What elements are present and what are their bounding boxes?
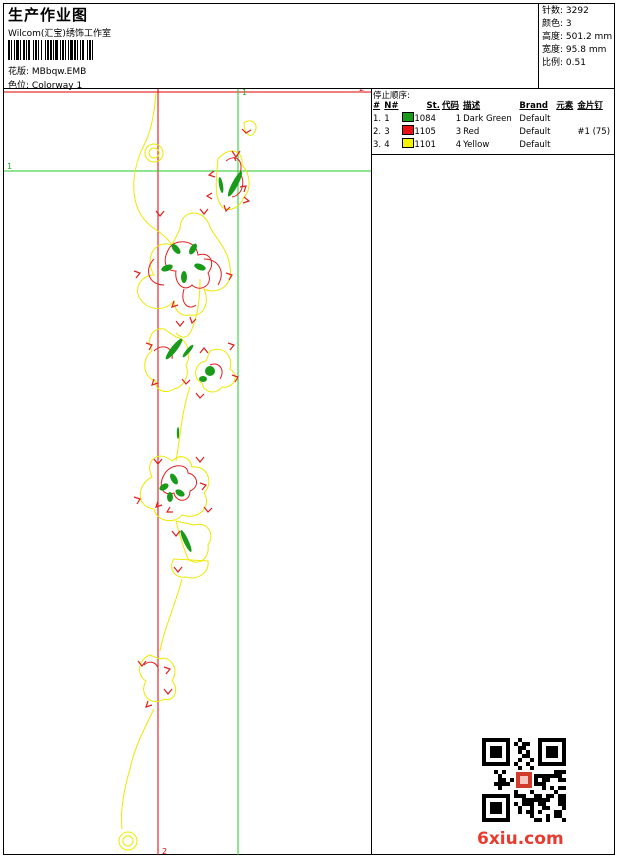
color-swatch	[402, 138, 415, 148]
stat-colors: 颜色: 3	[542, 19, 572, 29]
table-header: # N# St. 代码 描述 Brand 元素 金片钉	[372, 100, 615, 112]
guide-label-left: 1	[7, 162, 12, 171]
watermark: 6xiu.com	[477, 829, 564, 849]
guide-label-bottom: 2	[162, 847, 167, 855]
stop-sequence-table: # N# St. 代码 描述 Brand 元素 金片钉 1. 1 1084 1 …	[372, 100, 615, 151]
stat-height: 高度: 501.2 mm	[542, 32, 613, 42]
col-stitches: St.	[426, 101, 440, 111]
table-row: 1. 1 1084 1 Dark Green Default	[373, 112, 551, 124]
table-row: 2. 3 1105 3 Red Default #1 (75)	[373, 125, 611, 137]
color-swatch	[402, 125, 415, 135]
col-description: 描述	[463, 101, 481, 111]
stat-width: 宽度: 95.8 mm	[542, 45, 607, 55]
col-code: 代码	[441, 101, 459, 111]
col-index: #	[373, 101, 381, 111]
panel-divider	[371, 89, 372, 855]
stat-scale: 比例: 0.51	[542, 58, 586, 68]
color-swatch	[402, 112, 415, 122]
header: 生产作业图 Wilcom(汇宝)绣饰工作室 花版: MBbqw.EMB 色位: …	[4, 4, 538, 91]
col-sequin: 金片钉	[577, 101, 603, 111]
red-outlines	[143, 157, 244, 674]
guide-label-top-right: 2	[359, 89, 364, 93]
barcode-icon	[8, 40, 93, 60]
qr-code-icon	[482, 738, 566, 822]
guide-label-top-left: 1	[242, 89, 247, 97]
stop-sequence-panel: 停止顺序: # N# St. 代码 描述 Brand 元素 金片钉 1. 1 1…	[372, 89, 615, 155]
panel-bottom-divider	[372, 154, 615, 155]
design-file: 花版: MBbqw.EMB	[8, 64, 86, 77]
design-value: MBbqw.EMB	[31, 67, 87, 77]
table-row: 3. 4 1101 4 Yellow Default	[373, 138, 551, 150]
company-name: Wilcom(汇宝)绣饰工作室	[8, 29, 111, 39]
col-element: 元素	[556, 101, 574, 111]
col-needle: N#	[384, 101, 399, 111]
embroidery-canvas: 1 2 1 2	[4, 89, 371, 855]
sequin-markers	[133, 128, 252, 708]
design-label: 花版:	[8, 67, 30, 77]
stats-panel: 针数: 3292 颜色: 3 高度: 501.2 mm 宽度: 95.8 mm …	[538, 4, 615, 88]
page-title: 生产作业图	[8, 6, 89, 24]
col-brand: Brand	[519, 101, 548, 111]
stat-stitches: 针数: 3292	[542, 6, 589, 16]
